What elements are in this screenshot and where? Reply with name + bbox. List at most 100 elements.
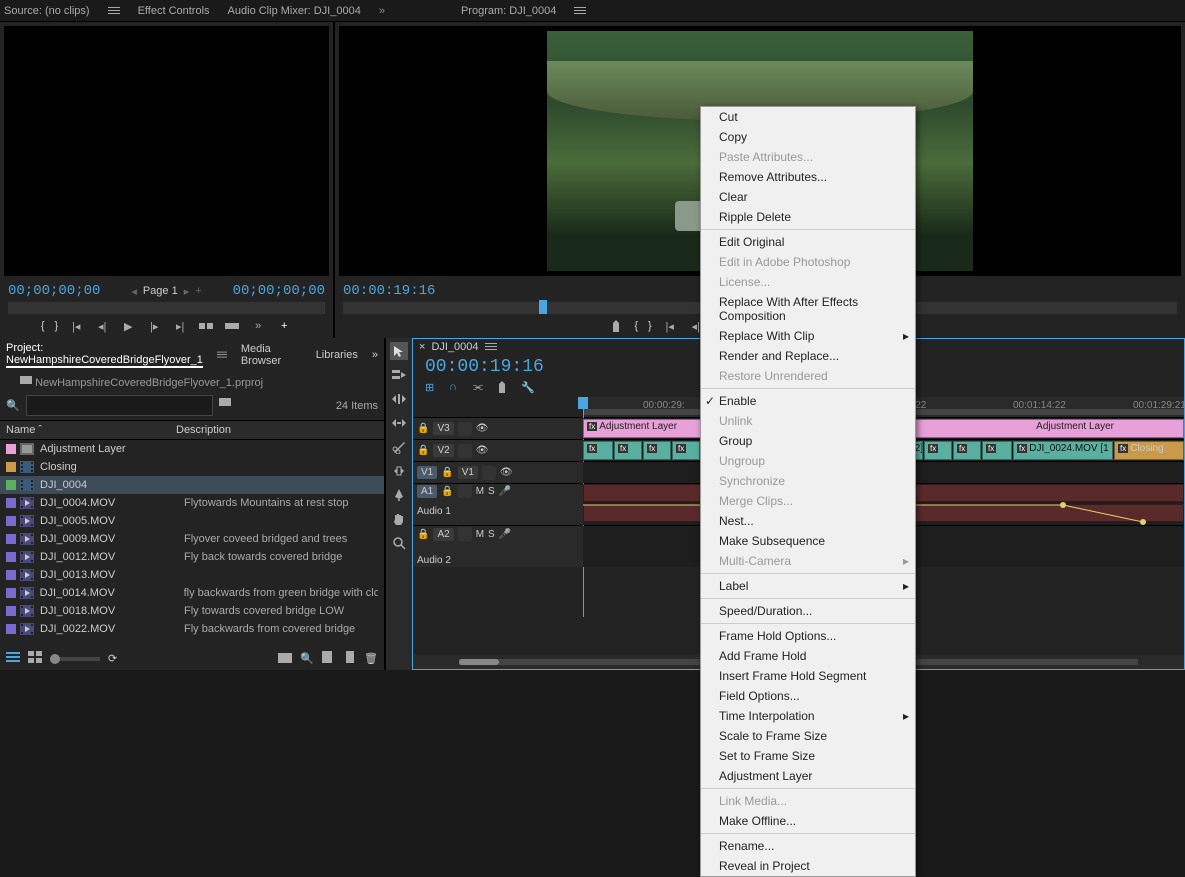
- go-out-button[interactable]: ▸|: [172, 318, 188, 334]
- play-button[interactable]: ▶: [120, 318, 136, 334]
- program-tc[interactable]: 00:00:19:16: [343, 283, 435, 299]
- menu-time-interpolation[interactable]: Time Interpolation▸: [701, 706, 915, 726]
- video-clip[interactable]: fxDJI_0024.MOV [1: [1013, 441, 1113, 460]
- program-tab[interactable]: Program: DJI_0004: [461, 5, 556, 17]
- menu-scale-to-frame[interactable]: Scale to Frame Size: [701, 726, 915, 746]
- panel-menu-icon[interactable]: [108, 5, 120, 17]
- track-label[interactable]: A2: [433, 528, 453, 541]
- slip-tool[interactable]: [390, 462, 408, 480]
- mark-out-button[interactable]: }: [55, 320, 59, 332]
- settings-icon[interactable]: 🔧: [521, 381, 535, 395]
- step-fwd-button[interactable]: |▸: [146, 318, 162, 334]
- project-item-row[interactable]: Closing: [0, 458, 384, 476]
- panel-menu-icon[interactable]: [574, 5, 586, 17]
- label-swatch[interactable]: [6, 570, 16, 580]
- menu-replace-clip[interactable]: Replace With Clip▸: [701, 326, 915, 346]
- next-page-icon[interactable]: ▸: [184, 285, 190, 298]
- sort-asc-icon[interactable]: ˆ: [38, 424, 42, 436]
- menu-rename[interactable]: Rename...: [701, 836, 915, 856]
- source-tab[interactable]: Source: (no clips): [4, 5, 90, 17]
- name-column[interactable]: Name: [6, 424, 35, 436]
- solo-label[interactable]: S: [488, 486, 495, 497]
- project-item-row[interactable]: DJI_0009.MOVFlyover coveed bridged and t…: [0, 530, 384, 548]
- icon-view-icon[interactable]: [28, 651, 42, 666]
- menu-cut[interactable]: Cut: [701, 107, 915, 127]
- overflow-icon[interactable]: »: [372, 349, 378, 361]
- nested-seq-clip[interactable]: fxClosing: [1114, 441, 1184, 460]
- overflow-icon[interactable]: »: [379, 5, 385, 17]
- audio-mixer-tab[interactable]: Audio Clip Mixer: DJI_0004: [228, 5, 361, 17]
- mark-out-button[interactable]: }: [648, 320, 652, 332]
- libraries-tab[interactable]: Libraries: [316, 349, 358, 361]
- close-seq-icon[interactable]: ×: [419, 341, 425, 353]
- label-swatch[interactable]: [6, 588, 16, 598]
- project-tab[interactable]: Project: NewHampshireCoveredBridgeFlyove…: [6, 342, 203, 368]
- track-label[interactable]: V1: [458, 466, 478, 479]
- project-list-header[interactable]: Name ˆ Description: [0, 420, 384, 440]
- project-item-list[interactable]: Adjustment LayerClosingDJI_0004DJI_0004.…: [0, 440, 384, 647]
- overflow-icon[interactable]: »: [250, 318, 266, 334]
- razor-tool[interactable]: [390, 438, 408, 456]
- project-search-input[interactable]: [26, 395, 213, 416]
- project-item-row[interactable]: DJI_0005.MOV: [0, 512, 384, 530]
- source-tc-out[interactable]: 00;00;00;00: [233, 283, 325, 299]
- project-item-row[interactable]: DJI_0004.MOVFlytowards Mountains at rest…: [0, 494, 384, 512]
- mark-in-button[interactable]: {: [41, 320, 45, 332]
- hand-tool[interactable]: [390, 510, 408, 528]
- label-swatch[interactable]: [6, 516, 16, 526]
- panel-menu-icon[interactable]: [217, 349, 227, 361]
- trash-button[interactable]: 🗑: [364, 652, 378, 665]
- mute-label[interactable]: M: [476, 529, 484, 540]
- go-in-button[interactable]: |◂: [68, 318, 84, 334]
- menu-frame-hold-options[interactable]: Frame Hold Options...: [701, 626, 915, 646]
- add-button[interactable]: +: [276, 318, 292, 334]
- menu-render-replace[interactable]: Render and Replace...: [701, 346, 915, 366]
- video-clip[interactable]: fx: [583, 441, 613, 460]
- pen-tool[interactable]: [390, 486, 408, 504]
- menu-remove-attributes[interactable]: Remove Attributes...: [701, 167, 915, 187]
- video-clip[interactable]: fx: [953, 441, 981, 460]
- track-label[interactable]: V3: [433, 422, 453, 435]
- track-output-toggle[interactable]: [482, 466, 496, 480]
- sort-icon[interactable]: ⟳: [108, 652, 117, 665]
- menu-field-options[interactable]: Field Options...: [701, 686, 915, 706]
- step-back-button[interactable]: ◂|: [94, 318, 110, 334]
- label-swatch[interactable]: [6, 552, 16, 562]
- insert-button[interactable]: [198, 318, 214, 334]
- add-marker-button[interactable]: [608, 318, 624, 334]
- menu-reveal-in-project[interactable]: Reveal in Project: [701, 856, 915, 876]
- voice-icon[interactable]: 🎤: [499, 529, 511, 540]
- media-browser-tab[interactable]: Media Browser: [241, 343, 302, 367]
- track-select-tool[interactable]: [390, 366, 408, 384]
- panel-menu-icon[interactable]: [485, 341, 497, 353]
- menu-add-frame-hold[interactable]: Add Frame Hold: [701, 646, 915, 666]
- voice-icon[interactable]: 🎤: [499, 486, 511, 497]
- clear-button[interactable]: [344, 651, 356, 666]
- menu-copy[interactable]: Copy: [701, 127, 915, 147]
- new-item-button[interactable]: [322, 651, 336, 666]
- source-viewer[interactable]: [4, 26, 329, 276]
- desc-column[interactable]: Description: [176, 424, 231, 436]
- source-patch[interactable]: A1: [417, 485, 437, 498]
- lock-icon[interactable]: 🔒: [441, 467, 453, 478]
- menu-make-subsequence[interactable]: Make Subsequence: [701, 531, 915, 551]
- ripple-edit-tool[interactable]: [390, 390, 408, 408]
- menu-make-offline[interactable]: Make Offline...: [701, 811, 915, 831]
- prev-page-icon[interactable]: ◂: [131, 285, 137, 298]
- zoom-tool[interactable]: [390, 534, 408, 552]
- track-output-toggle[interactable]: [458, 444, 472, 458]
- video-clip[interactable]: fx: [672, 441, 700, 460]
- project-item-row[interactable]: DJI_0014.MOVfly backwards from green bri…: [0, 584, 384, 602]
- source-patch[interactable]: V1: [417, 466, 437, 479]
- video-clip[interactable]: fx: [924, 441, 952, 460]
- label-swatch[interactable]: [6, 480, 16, 490]
- label-swatch[interactable]: [6, 534, 16, 544]
- label-swatch[interactable]: [6, 444, 16, 454]
- project-item-row[interactable]: DJI_0012.MOVFly back towards covered bri…: [0, 548, 384, 566]
- track-visible-icon[interactable]: 👁: [476, 445, 489, 456]
- menu-set-to-frame[interactable]: Set to Frame Size: [701, 746, 915, 766]
- lock-icon[interactable]: 🔒: [417, 445, 429, 456]
- solo-label[interactable]: S: [488, 529, 495, 540]
- project-item-row[interactable]: DJI_0018.MOVFly towards covered bridge L…: [0, 602, 384, 620]
- selection-tool[interactable]: [390, 342, 408, 360]
